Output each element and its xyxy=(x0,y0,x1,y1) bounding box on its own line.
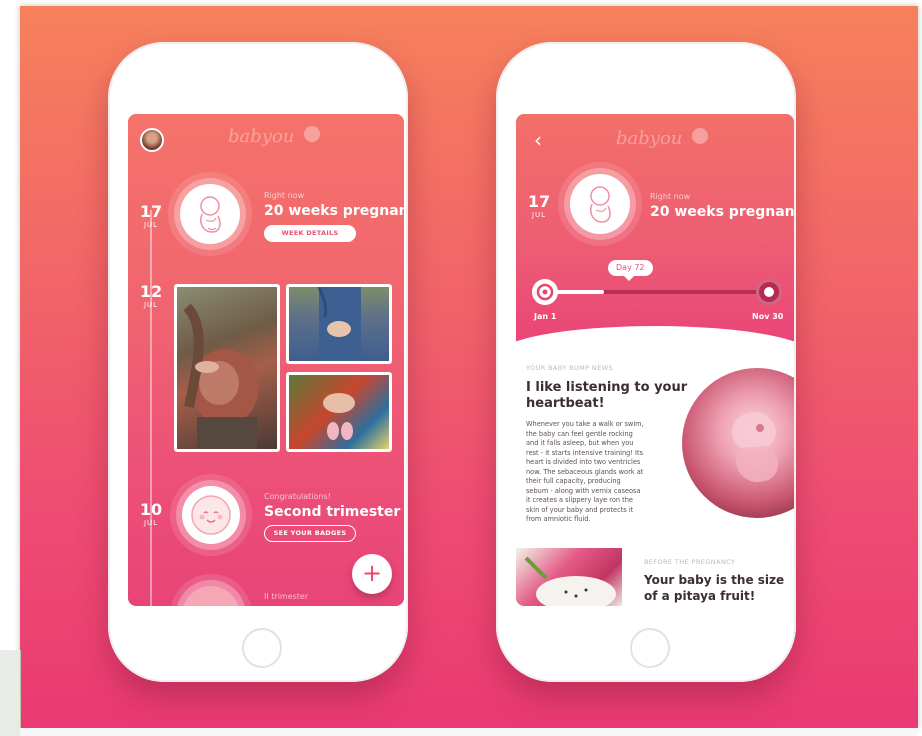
entry-day: 17 xyxy=(139,202,163,221)
timeline-line xyxy=(150,210,152,606)
fetus-badge[interactable] xyxy=(180,184,240,244)
news-body-line: their full capacity, producing xyxy=(526,477,621,485)
app-logo: babyou xyxy=(228,126,295,147)
photo-bump-art xyxy=(183,303,259,449)
entry-day: 12 xyxy=(139,282,163,301)
plus-icon: + xyxy=(361,559,383,587)
news-body: Whenever you take a walk or swim, the bab… xyxy=(526,420,686,525)
corner-swatch xyxy=(0,650,21,736)
pitaya-image xyxy=(516,548,622,606)
detail-day: 17 xyxy=(527,192,551,211)
add-entry-button[interactable]: + xyxy=(352,554,392,594)
day-tooltip: Day 72 xyxy=(608,260,653,276)
entry-month: JUL xyxy=(143,221,159,229)
trimester-badge[interactable] xyxy=(182,486,240,544)
size-line2: of a pitaya fruit! xyxy=(644,589,756,603)
fetus-icon xyxy=(200,196,221,233)
news-body-line: heart is divided into two ventricles xyxy=(526,458,641,466)
fetus-art xyxy=(732,412,778,483)
detail-month: JUL xyxy=(531,211,547,219)
news-body-line: now. The sebaceous glands work at xyxy=(526,467,644,476)
news-body-line: and it falls asleep, but when you xyxy=(526,439,634,447)
app-logo: babyou xyxy=(616,128,683,149)
range-start-label: Jan 1 xyxy=(534,312,557,321)
photo-bump[interactable] xyxy=(174,284,280,452)
detail-caption: Right now xyxy=(650,192,691,201)
news-body-line: it creates a slippery laye ron the xyxy=(526,496,633,504)
week-details-button[interactable]: WEEK DETAILS xyxy=(264,225,356,242)
entry-month: JUL xyxy=(143,519,159,527)
bottom-strip xyxy=(20,728,918,736)
photo-shoes-art xyxy=(323,393,355,440)
baby-face-icon xyxy=(191,495,231,535)
news-title-line2: heartbeat! xyxy=(526,396,605,411)
fetus-badge xyxy=(570,174,630,234)
range-end-label: Nov 30 xyxy=(752,312,784,321)
back-arrow-icon[interactable]: ‹ xyxy=(534,128,542,152)
entry-headline: 20 weeks pregnant xyxy=(264,203,404,219)
logo-dot xyxy=(304,126,320,142)
news-body-line: sebum - along with vernix caseosa xyxy=(526,486,641,495)
baby-end-icon xyxy=(756,279,782,305)
news-body-line: the baby can feel gentle rocking xyxy=(526,429,633,438)
week-detail-screen: ‹ babyou 17 JUL Right now 20 weeks pregn… xyxy=(516,114,794,606)
tooltip-arrow xyxy=(624,276,634,281)
entry-caption: Congratulations! xyxy=(264,492,331,501)
entry-caption: Right now xyxy=(264,191,305,200)
news-title-line1: I like listening to your xyxy=(526,380,688,395)
detail-header: ‹ babyou 17 JUL Right now 20 weeks pregn… xyxy=(516,114,794,350)
fetus-icon xyxy=(590,186,611,223)
fetus-image xyxy=(682,368,794,518)
detail-headline: 20 weeks pregnant xyxy=(650,204,794,220)
start-marker-icon xyxy=(532,279,558,305)
home-button[interactable] xyxy=(242,628,282,668)
entry-caption: II trimester xyxy=(264,592,309,601)
user-avatar[interactable] xyxy=(140,128,164,152)
next-badge[interactable] xyxy=(182,586,240,606)
pitaya-art xyxy=(524,556,616,606)
see-badges-button[interactable]: SEE YOUR BADGES xyxy=(264,525,356,542)
news-body-line: Whenever you take a walk or swim, xyxy=(526,420,644,428)
photo-hands-art xyxy=(317,287,361,361)
news-body-line: skin of your baby and protects it xyxy=(526,505,634,514)
pregnancy-progress[interactable] xyxy=(546,290,768,294)
size-line1: Your baby is the size xyxy=(644,573,785,587)
logo-dot xyxy=(692,128,708,144)
news-body-line: rest - it starts intensive training! Its xyxy=(526,448,644,457)
news-body-line: from amniotic fluid. xyxy=(526,515,591,523)
photo-shoes[interactable] xyxy=(286,372,392,452)
photo-hands[interactable] xyxy=(286,284,392,364)
news-caption: YOUR BABY BUMP NEWS xyxy=(526,364,614,372)
entry-day: 10 xyxy=(139,500,163,519)
entry-month: JUL xyxy=(143,301,159,309)
timeline-screen: babyou 17 JUL Right now 20 weeks pregnan… xyxy=(128,114,404,606)
size-caption: BEFORE THE PREGNANCY xyxy=(644,558,736,566)
entry-headline: Second trimester xyxy=(264,504,401,520)
home-button[interactable] xyxy=(630,628,670,668)
phone-right: ‹ babyou 17 JUL Right now 20 weeks pregn… xyxy=(496,42,796,682)
phone-left: babyou 17 JUL Right now 20 weeks pregnan… xyxy=(108,42,408,682)
